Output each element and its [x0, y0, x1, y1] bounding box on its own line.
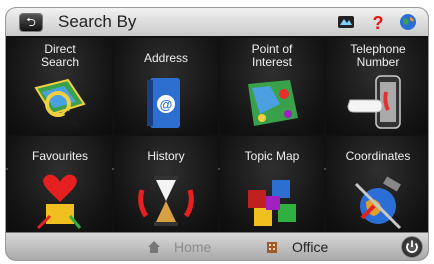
- office-icon: [267, 242, 277, 253]
- hourglass-icon: [138, 176, 194, 226]
- phone-hand-icon: [347, 75, 401, 129]
- office-button[interactable]: Office: [264, 237, 354, 257]
- map-icon[interactable]: [336, 12, 356, 32]
- tile-history[interactable]: History: [114, 136, 218, 232]
- home-icon: [148, 241, 160, 253]
- tile-label: History: [147, 149, 185, 163]
- tile-label: Telephone Number: [350, 42, 406, 69]
- tile-telephone-number[interactable]: Telephone Number: [326, 38, 428, 134]
- help-icon[interactable]: ?: [368, 12, 388, 32]
- home-button[interactable]: Home: [146, 237, 226, 257]
- tile-label: Favourites: [31, 149, 89, 163]
- power-icon[interactable]: [402, 237, 422, 257]
- tile-favourites[interactable]: Favourites: [8, 136, 112, 232]
- tile-label: Direct Search: [40, 42, 80, 69]
- heart-icon: [36, 174, 82, 230]
- address-book-icon: @: [147, 78, 180, 128]
- svg-text:?: ?: [373, 13, 384, 32]
- tile-coordinates[interactable]: Coordinates: [326, 136, 428, 232]
- tile-label: Address: [143, 51, 189, 65]
- topic-cubes-icon: [248, 180, 296, 226]
- search-by-screen: ⮌ Search By ? Direct Search Address @ Po…: [6, 8, 428, 260]
- tile-point-of-interest[interactable]: Point of Interest: [220, 38, 324, 134]
- tile-label: Topic Map: [244, 149, 300, 163]
- bottom-bar: Home Office: [6, 232, 428, 260]
- tile-label: Coordinates: [345, 149, 411, 163]
- svg-text:@: @: [160, 97, 173, 112]
- home-label: Home: [174, 239, 212, 255]
- map-magnifier-icon: [34, 78, 86, 128]
- top-bar: ⮌ Search By ?: [6, 8, 428, 37]
- tile-topic-map[interactable]: Topic Map: [220, 136, 324, 232]
- tile-address[interactable]: Address @: [114, 38, 218, 134]
- poi-map-icon: [248, 80, 298, 126]
- back-arrow-icon[interactable]: ⮌: [20, 14, 42, 31]
- tile-label: Point of Interest: [251, 42, 293, 69]
- tile-direct-search[interactable]: Direct Search: [8, 38, 112, 134]
- office-label: Office: [292, 239, 329, 255]
- search-options-grid: Direct Search Address @ Point of Interes…: [6, 36, 428, 232]
- globe-icon[interactable]: [398, 12, 418, 32]
- satellite-globe-icon: [354, 176, 402, 230]
- page-title: Search By: [58, 12, 137, 31]
